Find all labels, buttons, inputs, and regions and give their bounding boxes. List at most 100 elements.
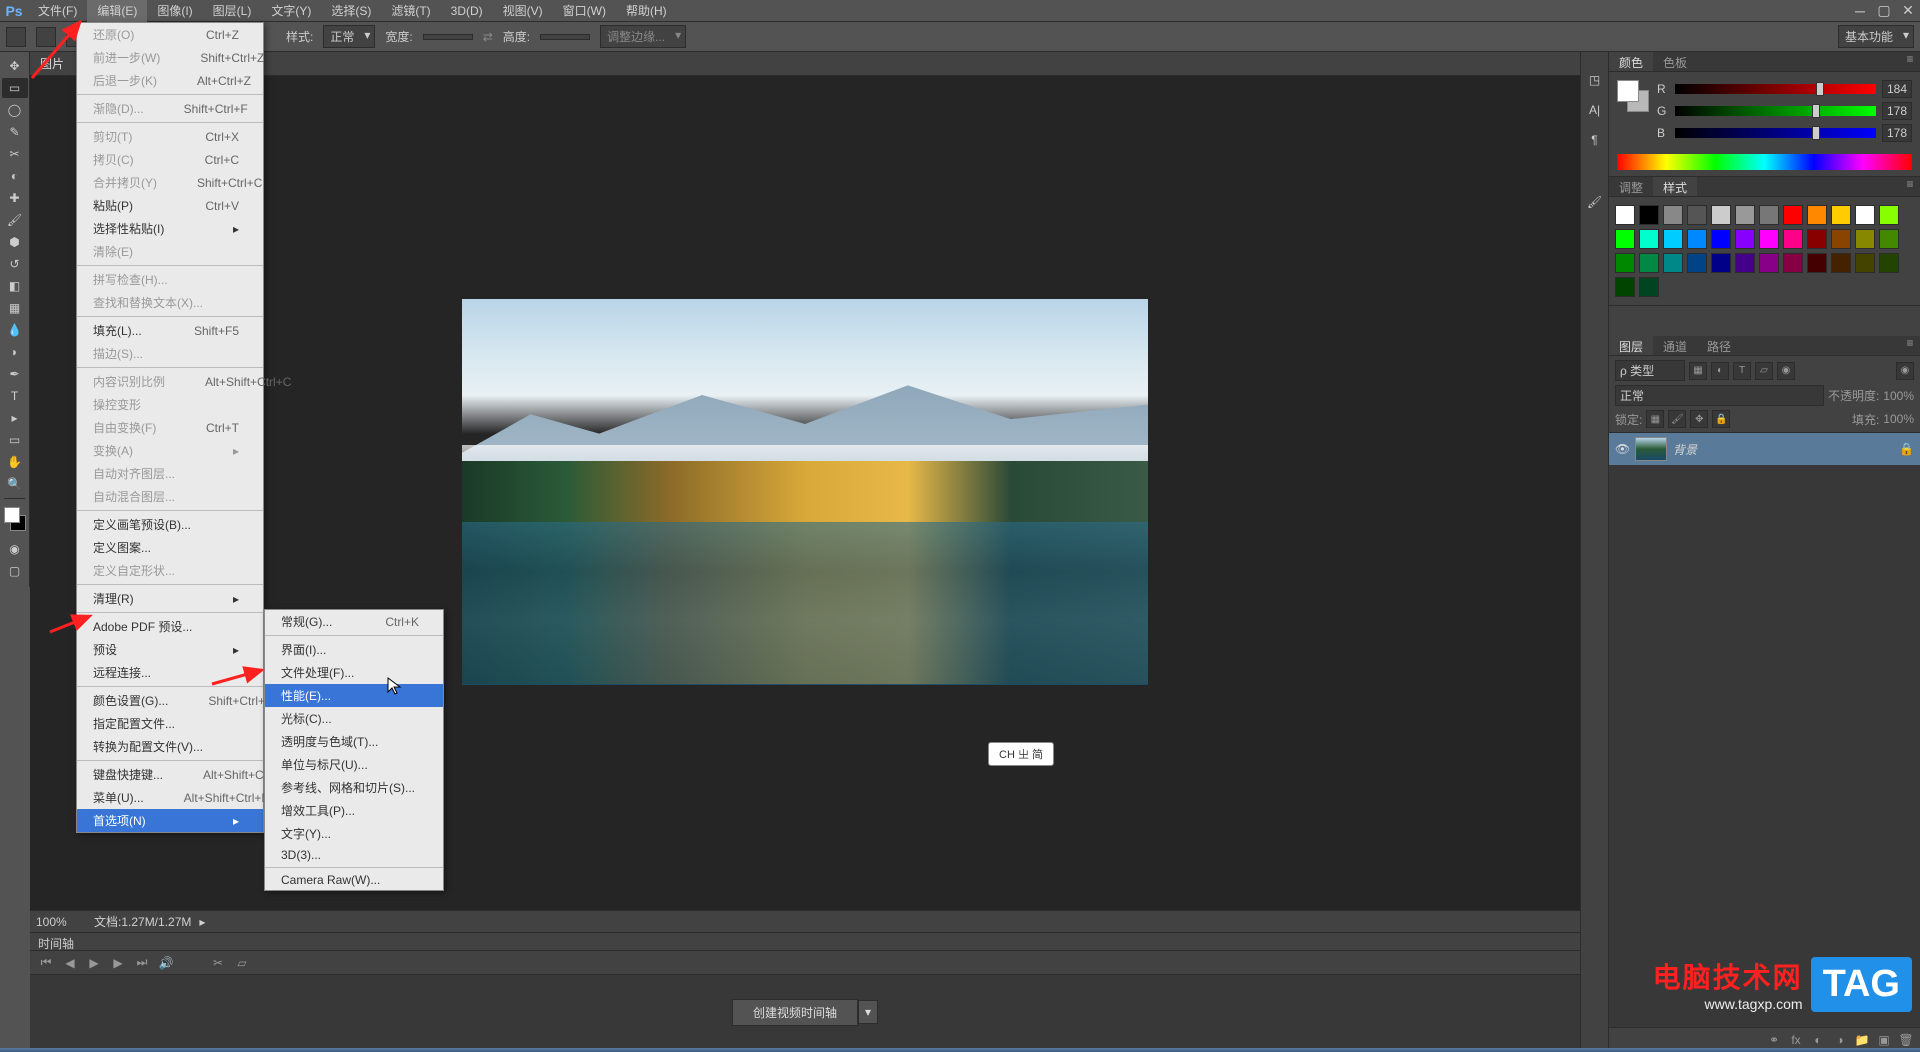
style-swatch[interactable] [1783,205,1803,225]
style-swatch[interactable] [1831,205,1851,225]
style-swatch[interactable] [1735,229,1755,249]
prefs-menu-item[interactable]: 3D(3)... [265,845,443,865]
lock-all-icon[interactable]: 🔒 [1712,410,1730,428]
link-layers-icon[interactable]: ⚭ [1766,1033,1782,1047]
edit-menu-item[interactable]: 颜色设置(G)...Shift+Ctrl+K [77,689,263,712]
r-slider[interactable] [1675,84,1876,94]
style-swatch[interactable] [1711,229,1731,249]
style-swatch[interactable] [1615,205,1635,225]
prefs-menu-item[interactable]: 增效工具(P)... [265,799,443,822]
stamp-tool[interactable]: ⬢ [2,232,28,252]
edit-menu-item[interactable]: 定义画笔预设(B)... [77,513,263,536]
style-swatch[interactable] [1735,205,1755,225]
timeline-audio[interactable]: 🔊 [158,956,174,970]
style-swatch[interactable] [1831,229,1851,249]
edit-menu-item[interactable]: 转换为配置文件(V)... [77,735,263,758]
lasso-tool[interactable]: ◯ [2,100,28,120]
hand-tool[interactable]: ✋ [2,452,28,472]
layers-panel-menu[interactable]: ≡ [1900,336,1920,355]
paragraph-panel-icon[interactable]: ¶ [1583,128,1607,152]
filter-toggle[interactable]: ◉ [1896,362,1914,380]
style-swatch[interactable] [1687,253,1707,273]
styles-tab[interactable]: 样式 [1653,177,1697,196]
maximize-button[interactable]: ▢ [1872,2,1896,20]
zoom-level[interactable]: 100% [36,915,86,929]
menu-select[interactable]: 选择(S) [321,0,381,22]
style-swatch[interactable] [1831,253,1851,273]
filter-adjust-icon[interactable]: ◐ [1711,362,1729,380]
edit-menu-item[interactable]: 菜单(U)...Alt+Shift+Ctrl+M [77,786,263,809]
style-swatch[interactable] [1687,229,1707,249]
style-swatch[interactable] [1639,229,1659,249]
new-layer-icon[interactable]: ▣ [1876,1033,1892,1047]
style-swatch[interactable] [1759,205,1779,225]
menu-window[interactable]: 窗口(W) [553,0,616,22]
style-swatch[interactable] [1807,205,1827,225]
style-swatch[interactable] [1759,229,1779,249]
style-swatch[interactable] [1759,253,1779,273]
swatches-tab[interactable]: 色板 [1653,52,1697,71]
blend-mode-select[interactable]: 正常 [1615,385,1824,406]
style-swatch[interactable] [1879,205,1899,225]
layer-filter-kind[interactable]: ρ 类型 [1615,360,1685,381]
prefs-menu-item[interactable]: 光标(C)... [265,707,443,730]
brush-tool[interactable]: 🖌 [2,210,28,230]
adjust-layer-icon[interactable]: ◑ [1832,1033,1848,1047]
menu-help[interactable]: 帮助(H) [616,0,677,22]
brush-panel-icon[interactable]: 🖌 [1583,190,1607,214]
layer-visibility-icon[interactable]: 👁 [1615,442,1629,456]
menu-3d[interactable]: 3D(D) [441,1,493,21]
minimize-button[interactable]: ─ [1848,2,1872,20]
style-swatch[interactable] [1615,277,1635,297]
color-swatches[interactable] [2,505,28,533]
edit-menu-item[interactable]: 预设▸ [77,638,263,661]
create-timeline-dropdown[interactable]: ▾ [858,1000,878,1024]
screen-mode-tool[interactable]: ▢ [2,561,28,581]
prefs-menu-item[interactable]: 参考线、网格和切片(S)... [265,776,443,799]
style-swatch[interactable] [1615,229,1635,249]
history-brush-tool[interactable]: ↺ [2,254,28,274]
style-swatch[interactable] [1879,229,1899,249]
style-swatch[interactable] [1687,205,1707,225]
style-swatch[interactable] [1615,253,1635,273]
g-value[interactable]: 178 [1882,102,1912,120]
menu-filter[interactable]: 滤镜(T) [381,0,440,22]
doc-info-arrow[interactable]: ▸ [199,915,205,929]
edit-menu-item[interactable]: 选择性粘贴(I)▸ [77,217,263,240]
filter-type-icon[interactable]: T [1733,362,1751,380]
timeline-first-frame[interactable]: ⏮ [38,955,54,970]
edit-menu-item[interactable]: 键盘快捷键...Alt+Shift+Ctrl+K [77,763,263,786]
styles-panel-menu[interactable]: ≡ [1900,177,1920,196]
color-tab[interactable]: 颜色 [1609,52,1653,71]
prefs-menu-item[interactable]: 文件处理(F)... [265,661,443,684]
swap-wh-icon[interactable]: ⇄ [483,30,493,44]
prefs-menu-item[interactable]: 透明度与色域(T)... [265,730,443,753]
type-tool[interactable]: T [2,386,28,406]
style-swatch[interactable] [1855,205,1875,225]
style-swatch[interactable] [1639,277,1659,297]
opacity-value[interactable]: 100% [1883,389,1914,403]
lock-transparency-icon[interactable]: ▦ [1646,410,1664,428]
gradient-tool[interactable]: ▦ [2,298,28,318]
path-select-tool[interactable]: ▸ [2,408,28,428]
prefs-menu-item[interactable]: Camera Raw(W)... [265,870,443,890]
delete-layer-icon[interactable]: 🗑 [1898,1033,1914,1047]
create-timeline-button[interactable]: 创建视频时间轴 [732,999,858,1026]
shape-tool[interactable]: ▭ [2,430,28,450]
style-swatch[interactable] [1855,253,1875,273]
edit-menu-item[interactable]: 粘贴(P)Ctrl+V [77,194,263,217]
adjust-tab[interactable]: 调整 [1609,177,1653,196]
layer-mask-icon[interactable]: ◐ [1810,1033,1826,1047]
style-swatch[interactable] [1663,229,1683,249]
style-swatch[interactable] [1711,253,1731,273]
layer-item-background[interactable]: 👁 背景 🔒 [1609,433,1920,465]
crop-tool[interactable]: ✂ [2,144,28,164]
menu-image[interactable]: 图像(I) [147,0,202,22]
edit-menu-item[interactable]: 填充(L)...Shift+F5 [77,319,263,342]
color-panel-swatch[interactable] [1617,80,1649,112]
menu-layer[interactable]: 图层(L) [203,0,262,22]
layer-group-icon[interactable]: 📁 [1854,1033,1870,1047]
style-swatch[interactable] [1735,253,1755,273]
refine-edge-button[interactable]: 调整边缘... [600,25,686,48]
close-button[interactable]: ✕ [1896,2,1920,20]
